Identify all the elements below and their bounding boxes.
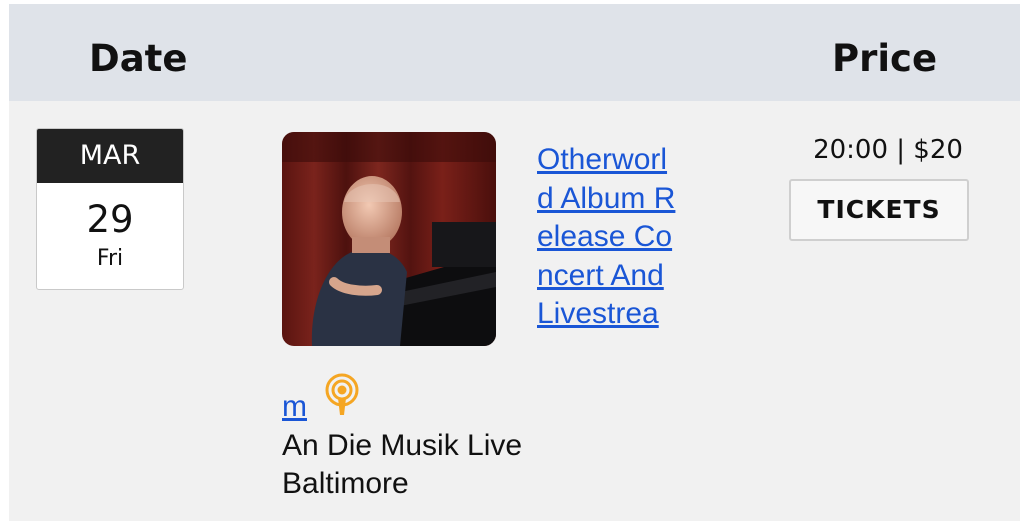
event-photo[interactable] [282, 132, 496, 346]
date-day: 29 [86, 198, 134, 241]
header-price: Price [832, 37, 938, 80]
date-month: MAR [37, 129, 183, 183]
events-table: Date Price MAR 29 Fri Otherworld Album R… [9, 4, 1020, 521]
header-date: Date [89, 37, 188, 80]
date-weekday: Fri [96, 246, 124, 271]
event-title-link-tail[interactable]: m [282, 388, 307, 426]
tickets-button[interactable]: TICKETS [789, 179, 969, 241]
event-title-link[interactable]: Otherworld Album Release Concert And Liv… [537, 141, 682, 334]
event-time-price: 20:00 | $20 [813, 135, 963, 165]
podcast-icon[interactable] [322, 373, 362, 417]
table-header: Date Price [9, 4, 1020, 101]
table-row: MAR 29 Fri Otherworld Album Release Conc… [9, 101, 1020, 521]
date-badge: MAR 29 Fri [36, 128, 184, 290]
event-venue: An Die Musik Live Baltimore [282, 429, 523, 500]
